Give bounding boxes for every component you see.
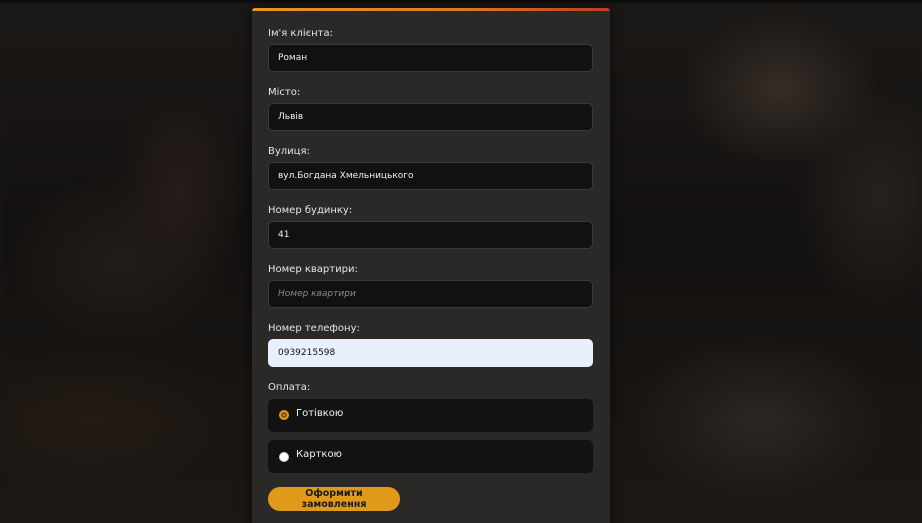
client-name-label: Ім'я клієнта: [268, 28, 333, 39]
city-label: Місто: [268, 87, 301, 98]
payment-label: Оплата: [268, 382, 311, 393]
apartment-number-input[interactable] [268, 280, 593, 308]
street-label: Вулиця: [268, 146, 310, 157]
top-bar [0, 0, 922, 3]
client-name-input[interactable] [268, 44, 593, 72]
payment-option-cash[interactable]: Готівкою [268, 399, 593, 432]
payment-option-card[interactable]: Карткою [268, 440, 593, 473]
cash-option-label: Готівкою [296, 408, 344, 419]
order-form-card: Ім'я клієнта: Місто: Вулиця: Номер будин… [252, 8, 610, 523]
street-input[interactable] [268, 162, 593, 190]
house-number-input[interactable] [268, 221, 593, 249]
apartment-number-label: Номер квартири: [268, 264, 358, 275]
place-order-button[interactable]: Оформити замовлення [268, 487, 400, 511]
city-input[interactable] [268, 103, 593, 131]
phone-number-label: Номер телефону: [268, 323, 360, 334]
card-option-label: Карткою [296, 449, 342, 460]
cash-radio-button[interactable] [279, 410, 289, 420]
card-radio-button[interactable] [279, 452, 289, 462]
house-number-label: Номер будинку: [268, 205, 353, 216]
card-accent-strip [252, 8, 610, 11]
phone-number-input[interactable] [268, 339, 593, 367]
